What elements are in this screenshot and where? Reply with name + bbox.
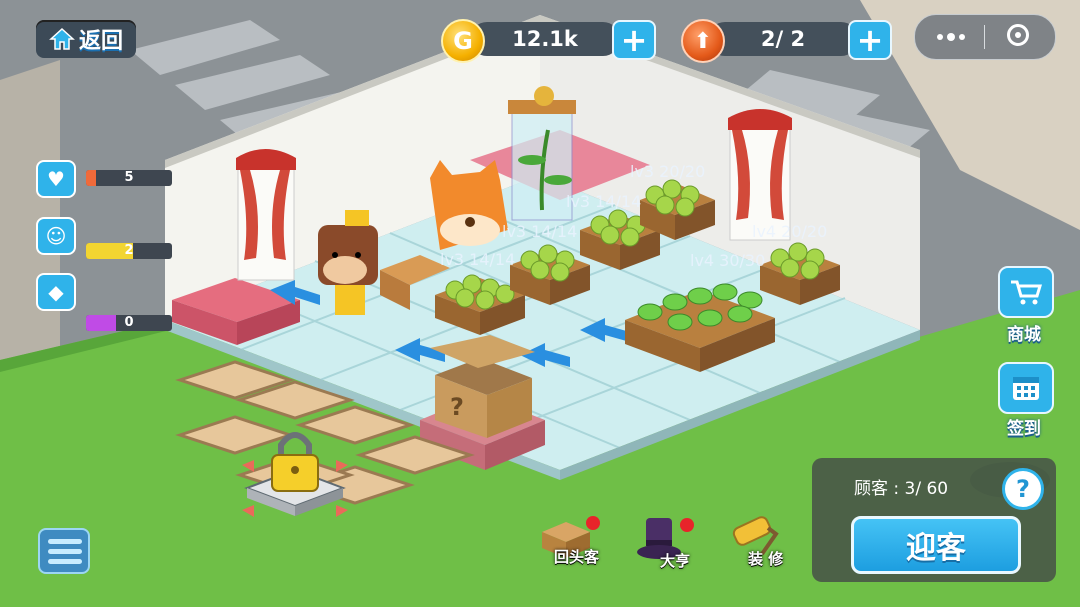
shelf-label: lv4 30/30 (690, 251, 766, 270)
right-door (728, 109, 792, 241)
left-door (236, 149, 296, 281)
upgrade-display: 2/ 2 (708, 22, 858, 56)
shelf-label: lv3 20/20 (630, 162, 706, 181)
svg-text:?: ? (450, 393, 464, 421)
shelf-label: lv3 14/14 (440, 250, 516, 269)
smile-bar: 2 (86, 243, 172, 259)
decorate-button[interactable]: 装 修 (726, 512, 796, 572)
upgrade-arrow-icon: ⬆ (681, 19, 725, 63)
mini-program-capsule (914, 14, 1056, 60)
close-target-icon[interactable] (1007, 24, 1029, 46)
heart-bar: 5 (86, 170, 172, 186)
calendar-icon (1013, 377, 1039, 400)
capsule-divider (984, 25, 985, 49)
shop-label[interactable]: 商城 (994, 320, 1054, 345)
more-options-icon[interactable] (933, 25, 969, 49)
smile-value: 2 (124, 243, 134, 258)
gold-coin-icon: G (441, 19, 485, 63)
fox-character (430, 160, 508, 250)
decorate-label: 装 修 (748, 550, 784, 568)
shop-button[interactable] (998, 266, 1054, 318)
tycoon-label: 大亨 (660, 552, 691, 570)
diamond-bar: 0 (86, 315, 172, 331)
gold-amount: 12.1k (512, 27, 578, 51)
returning-customer-button[interactable]: 回头客 (534, 512, 604, 572)
checkin-button[interactable] (998, 362, 1054, 414)
welcome-customer-button[interactable]: 迎客 (851, 516, 1021, 574)
home-icon (49, 27, 75, 50)
menu-line (48, 548, 82, 554)
back-button[interactable]: 返回 (36, 20, 136, 58)
shelf-label: lv4 20/20 (752, 222, 828, 241)
returning-customer-label: 回头客 (554, 548, 600, 566)
shelf-label: lv3 14/14 (566, 192, 642, 211)
back-label: 返回 (78, 29, 123, 54)
coin-letter: G (453, 27, 473, 55)
menu-line (48, 558, 82, 564)
shelf-label: lv3 14/14 (502, 222, 578, 241)
checkin-label[interactable]: 签到 (994, 414, 1054, 439)
menu-line (48, 538, 82, 544)
diamond-value: 0 (124, 315, 134, 330)
cart-icon (1011, 280, 1043, 305)
tycoon-notification-dot (680, 518, 694, 532)
tycoon-button[interactable]: 大亨 (630, 512, 700, 572)
upgrade-count: 2/ 2 (760, 27, 806, 51)
add-upgrade-button[interactable]: + (848, 20, 892, 60)
diamond-icon[interactable]: ◆ (36, 273, 76, 311)
returning-notification-dot (586, 516, 600, 530)
add-gold-button[interactable]: + (612, 20, 656, 60)
customer-count: 顾客 : 3/ 60 (854, 479, 949, 499)
menu-button[interactable] (38, 528, 90, 574)
gold-display: 12.1k (470, 22, 620, 56)
heart-value: 5 (124, 170, 134, 185)
help-button[interactable]: ? (1002, 468, 1044, 510)
smile-icon[interactable]: ☺ (36, 217, 76, 255)
heart-icon[interactable]: ♥ (36, 160, 76, 198)
